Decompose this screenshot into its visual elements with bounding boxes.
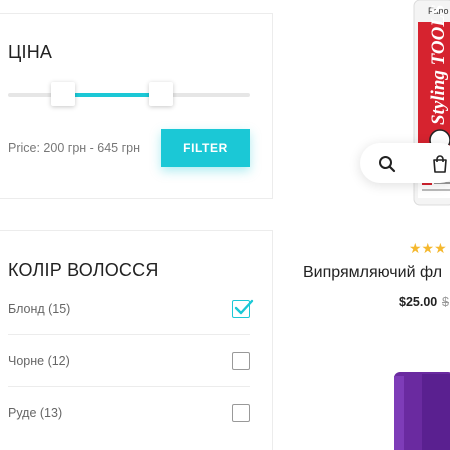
color-option-black[interactable]: Чорне (12) (8, 335, 250, 387)
purple-bottle-image (394, 372, 450, 450)
color-option-blonde[interactable]: Блонд (15) (8, 283, 254, 335)
shopping-bag-icon[interactable] (432, 155, 448, 173)
hair-color-widget: КОЛІР ВОЛОССЯ Блонд (15) Чорне (12) Руде… (0, 230, 273, 450)
product-price: $25.00 (399, 295, 438, 309)
price-range-text: Price: 200 грн - 645 грн (8, 141, 141, 155)
checkmark-icon (234, 299, 254, 314)
search-icon[interactable] (378, 155, 396, 173)
hair-color-list: Блонд (15) Чорне (12) Руде (13) (8, 283, 254, 439)
price-filter-title: ЦІНА (8, 42, 53, 62)
color-option-label: Чорне (12) (8, 353, 70, 368)
price-slider-min-handle[interactable] (51, 82, 75, 106)
color-option-red[interactable]: Руде (13) (8, 387, 250, 439)
product-image[interactable] (392, 372, 450, 450)
product-old-price: $ (442, 295, 449, 309)
color-option-label: Руде (13) (8, 406, 63, 420)
color-option-label: Блонд (15) (8, 301, 71, 316)
price-slider-max-handle[interactable] (149, 82, 173, 106)
checkbox-checked[interactable] (232, 299, 254, 318)
filter-button[interactable]: FILTER (161, 129, 250, 167)
price-slider-range (63, 93, 153, 97)
checkbox-unchecked[interactable] (232, 404, 250, 422)
hair-color-title: КОЛІР ВОЛОССЯ (8, 260, 159, 280)
product-action-bar (360, 143, 450, 183)
price-filter-widget: ЦІНА Price: 200 грн - 645 грн FILTER (0, 13, 273, 199)
checkbox-unchecked[interactable] (232, 351, 250, 370)
product-title[interactable]: Випрямляючий фл (303, 264, 442, 282)
product-rating-stars: ★★★ (409, 240, 447, 256)
bottle-label-text: Styling TOOLS (428, 4, 449, 125)
